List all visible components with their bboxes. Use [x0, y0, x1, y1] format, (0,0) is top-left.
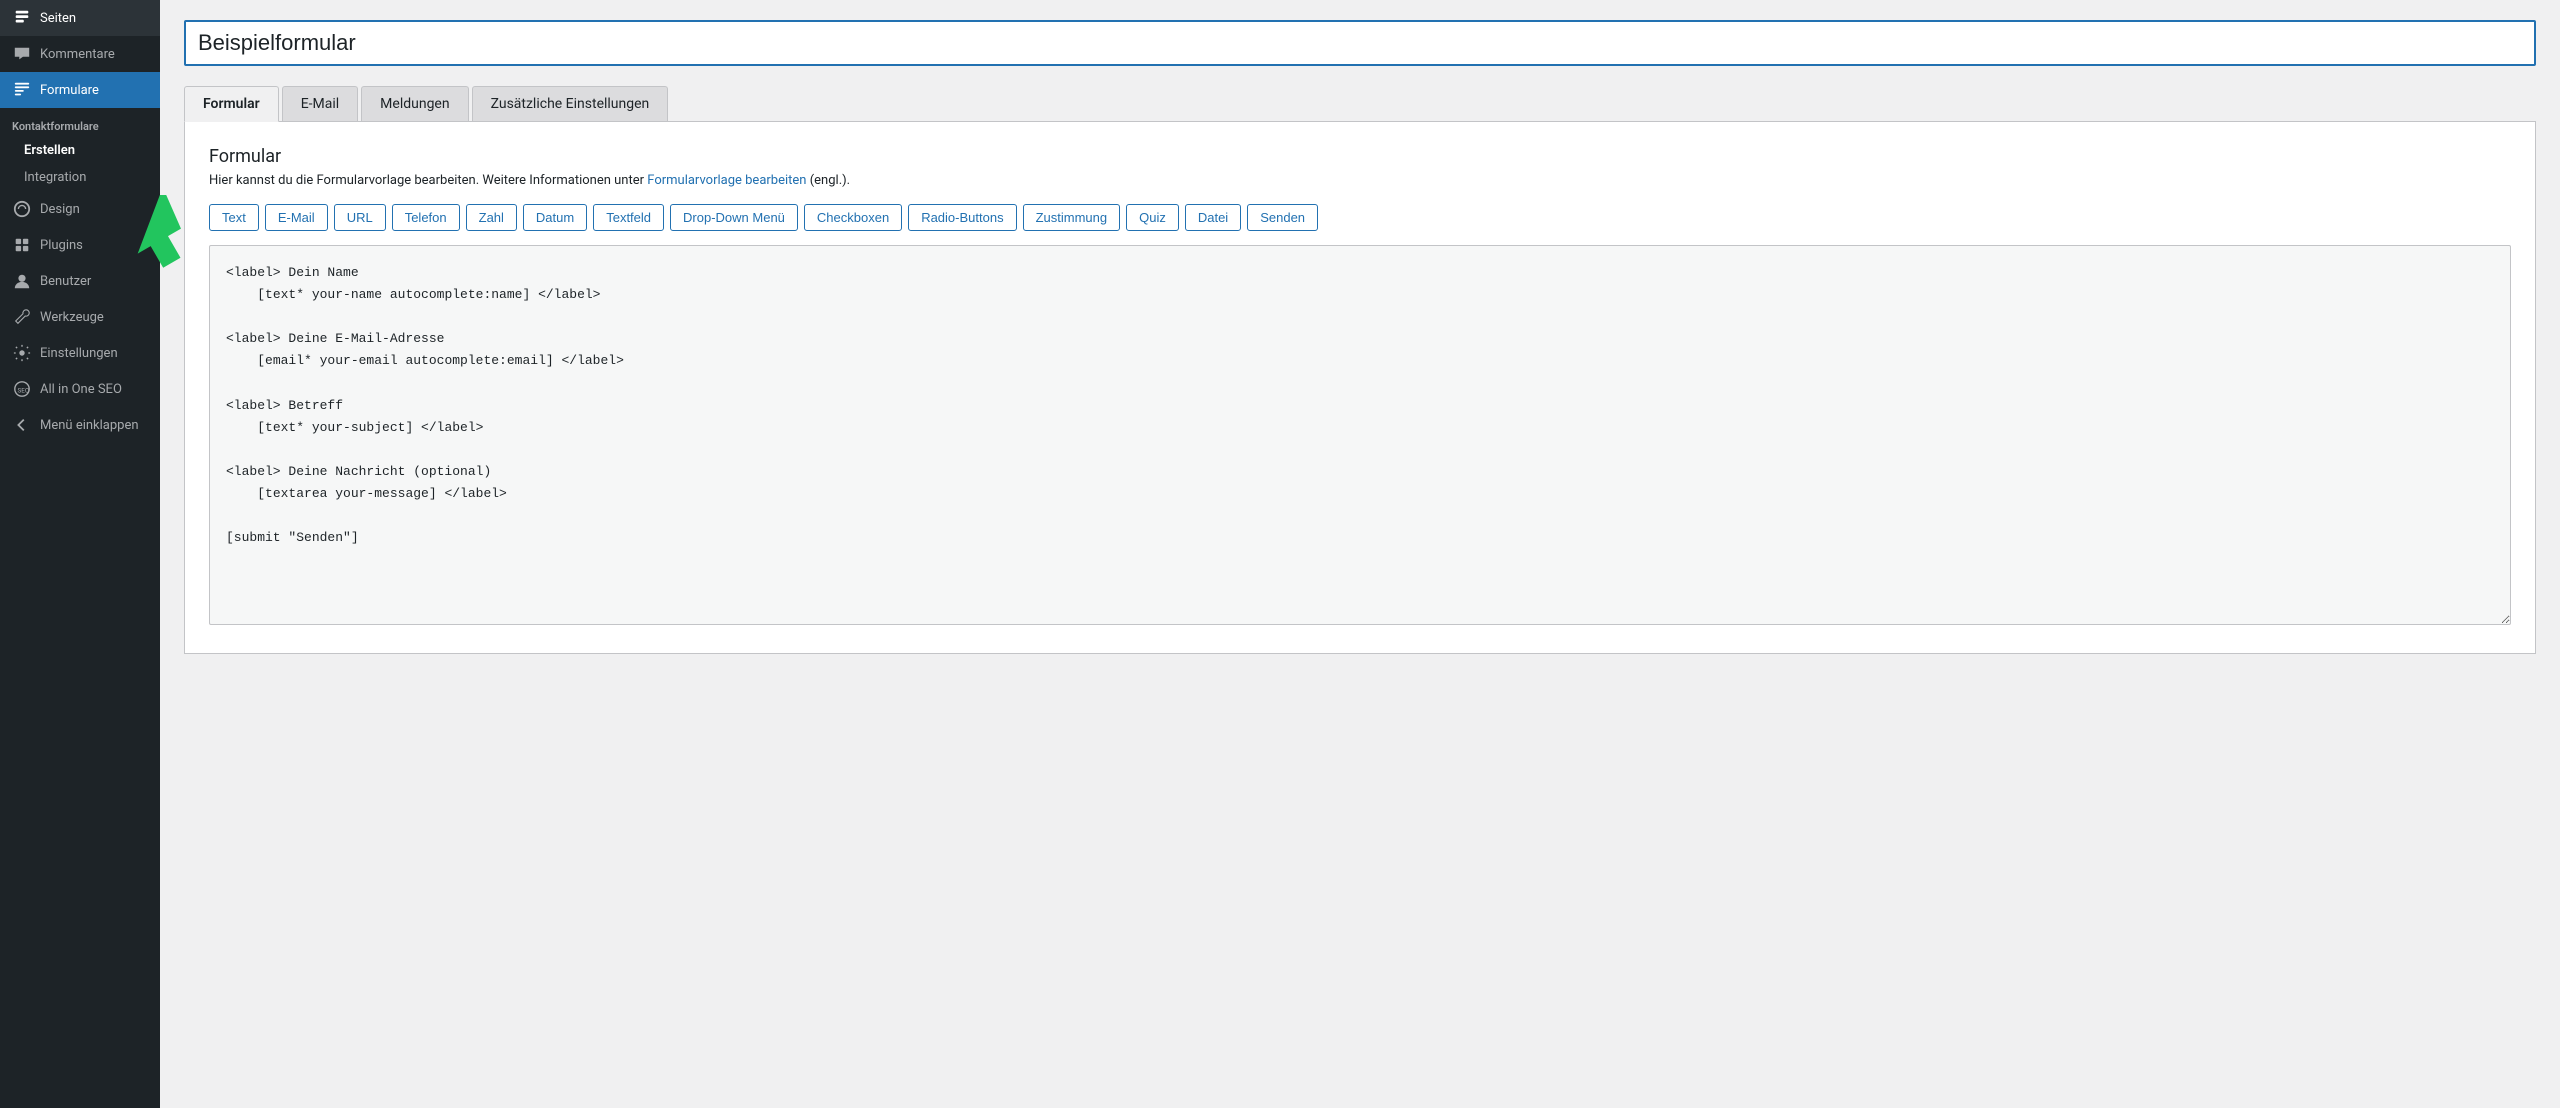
tag-button-datum[interactable]: Datum	[523, 204, 587, 231]
sidebar-item-einstellungen[interactable]: Einstellungen	[0, 335, 160, 371]
sidebar-label-formulare: Formulare	[40, 83, 99, 98]
tag-button-checkboxen[interactable]: Checkboxen	[804, 204, 902, 231]
tag-buttons-row: TextE-MailURLTelefonZahlDatumTextfeldDro…	[209, 204, 2511, 231]
comments-icon	[12, 44, 32, 64]
sidebar-item-menue[interactable]: Menü einklappen	[0, 407, 160, 443]
plugins-icon	[12, 235, 32, 255]
design-icon	[12, 199, 32, 219]
pages-icon	[12, 8, 32, 28]
form-panel: Formular Hier kannst du die Formularvorl…	[184, 122, 2536, 654]
form-panel-title: Formular	[209, 146, 2511, 167]
sidebar-label-menue: Menü einklappen	[40, 418, 139, 433]
tag-button-text[interactable]: Text	[209, 204, 259, 231]
tag-button-senden[interactable]: Senden	[1247, 204, 1318, 231]
tools-icon	[12, 307, 32, 327]
main-content: Formular E-Mail Meldungen Zusätzliche Ei…	[160, 0, 2560, 1108]
form-desc-suffix: (engl.).	[806, 173, 850, 188]
sidebar-label-werkzeuge: Werkzeuge	[40, 310, 104, 325]
sidebar-label-einstellungen: Einstellungen	[40, 346, 118, 361]
sidebar-label-allinoneseo: All in One SEO	[40, 382, 122, 397]
tabs-row: Formular E-Mail Meldungen Zusätzliche Ei…	[184, 86, 2536, 122]
tag-button-textfeld[interactable]: Textfeld	[593, 204, 664, 231]
form-desc-link[interactable]: Formularvorlage bearbeiten	[647, 173, 806, 188]
sidebar-item-benutzer[interactable]: Benutzer	[0, 263, 160, 299]
tag-button-zahl[interactable]: Zahl	[466, 204, 517, 231]
tab-zusaetzlich[interactable]: Zusätzliche Einstellungen	[472, 86, 669, 121]
sidebar: Seiten Kommentare Formulare Kontaktformu…	[0, 0, 160, 1108]
sidebar-label-kommentare: Kommentare	[40, 47, 115, 62]
form-desc-prefix: Hier kannst du die Formularvorlage bearb…	[209, 173, 647, 188]
tag-button-drop-down-men-[interactable]: Drop-Down Menü	[670, 204, 798, 231]
seo-icon: SEO	[12, 379, 32, 399]
sidebar-sub-erstellen[interactable]: Erstellen	[0, 137, 160, 164]
tag-button-e-mail[interactable]: E-Mail	[265, 204, 328, 231]
collapse-icon	[12, 415, 32, 435]
user-icon	[12, 271, 32, 291]
tab-meldungen[interactable]: Meldungen	[361, 86, 468, 121]
page-title-input[interactable]	[184, 20, 2536, 66]
sidebar-section-kontakt: Kontaktformulare	[0, 108, 160, 137]
sidebar-item-formulare[interactable]: Formulare	[0, 72, 160, 108]
sidebar-item-seiten[interactable]: Seiten	[0, 0, 160, 36]
sidebar-sub-integration[interactable]: Integration	[0, 164, 160, 191]
tag-button-radio-buttons[interactable]: Radio-Buttons	[908, 204, 1016, 231]
tab-email[interactable]: E-Mail	[282, 86, 358, 121]
sidebar-label-benutzer: Benutzer	[40, 274, 91, 289]
tab-formular[interactable]: Formular	[184, 86, 279, 122]
sidebar-item-kommentare[interactable]: Kommentare	[0, 36, 160, 72]
code-editor[interactable]	[209, 245, 2511, 625]
tag-button-url[interactable]: URL	[334, 204, 386, 231]
forms-icon	[12, 80, 32, 100]
sidebar-item-werkzeuge[interactable]: Werkzeuge	[0, 299, 160, 335]
sidebar-item-design[interactable]: Design	[0, 191, 160, 227]
sidebar-label-plugins: Plugins	[40, 238, 83, 253]
sidebar-label-design: Design	[40, 202, 80, 217]
tag-button-datei[interactable]: Datei	[1185, 204, 1241, 231]
form-panel-description: Hier kannst du die Formularvorlage bearb…	[209, 173, 2511, 188]
tag-button-zustimmung[interactable]: Zustimmung	[1023, 204, 1121, 231]
tag-button-quiz[interactable]: Quiz	[1126, 204, 1179, 231]
sidebar-label-seiten: Seiten	[40, 11, 76, 26]
settings-icon	[12, 343, 32, 363]
sidebar-item-plugins[interactable]: Plugins	[0, 227, 160, 263]
sidebar-item-allinoneseo[interactable]: SEO All in One SEO	[0, 371, 160, 407]
tag-button-telefon[interactable]: Telefon	[392, 204, 460, 231]
svg-text:SEO: SEO	[18, 387, 30, 395]
